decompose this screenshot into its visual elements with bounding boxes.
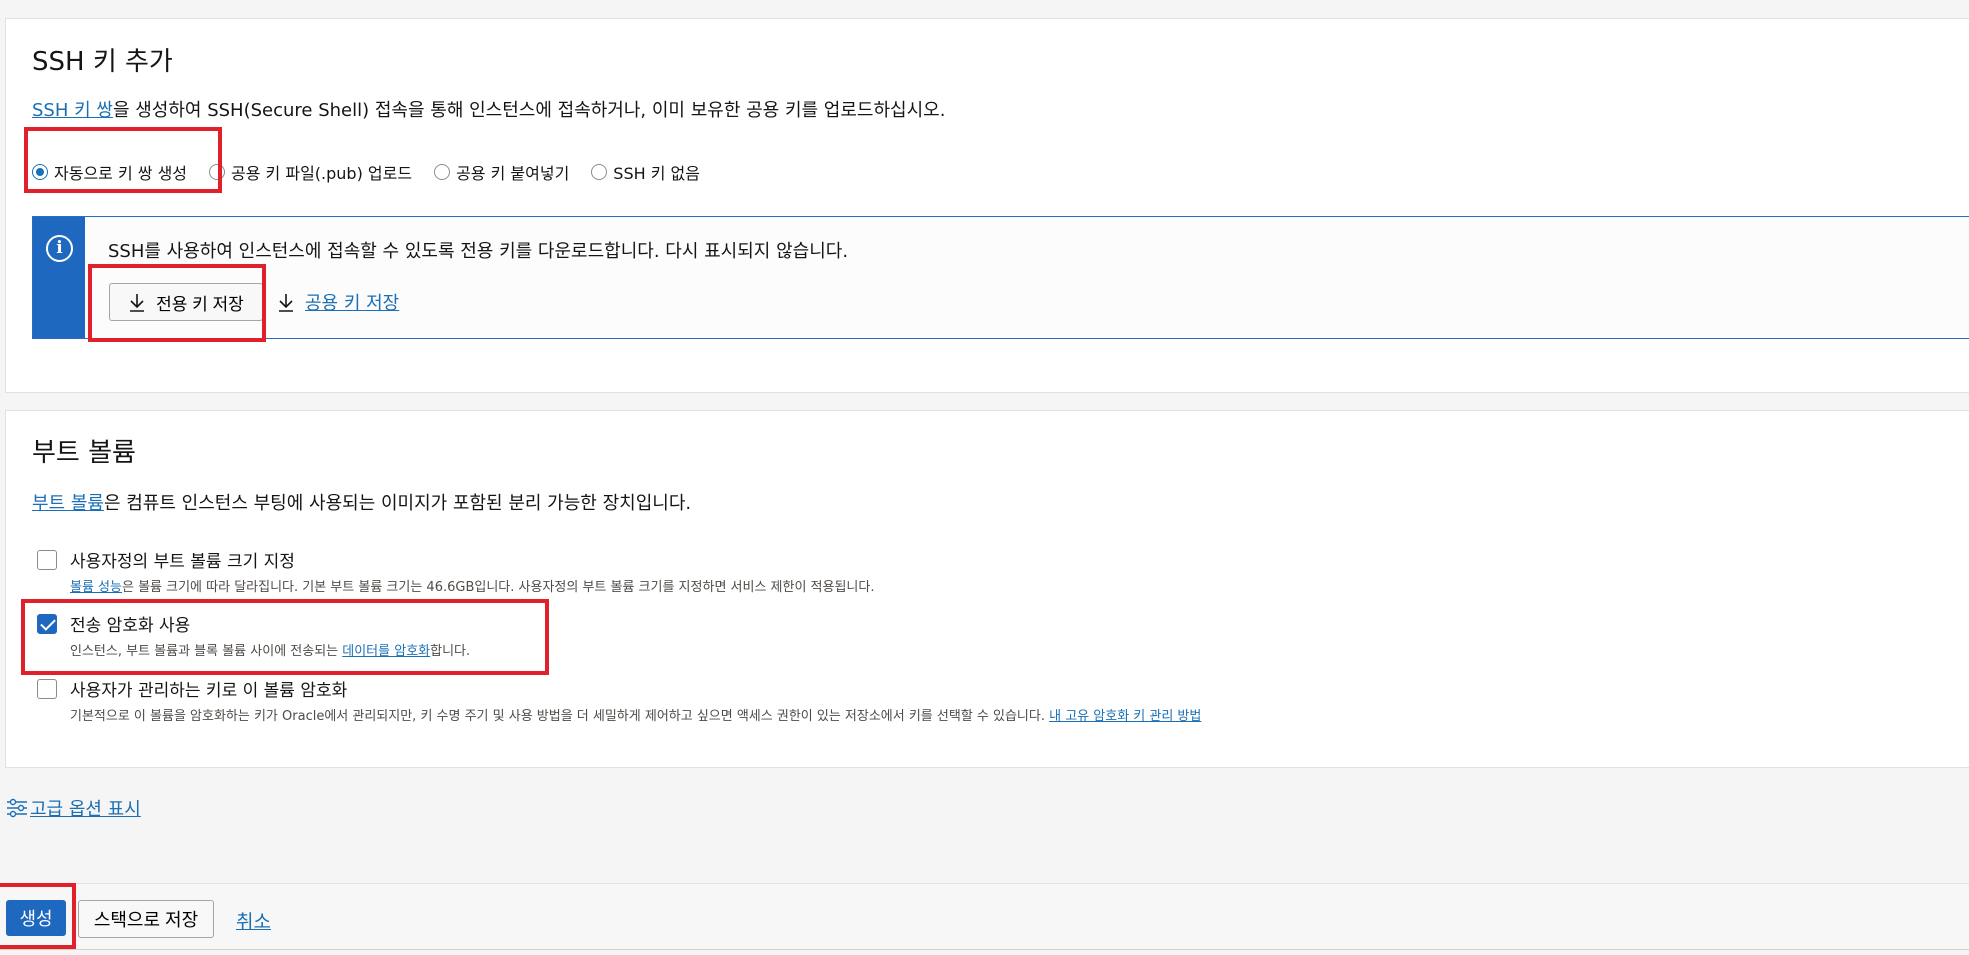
- download-icon: [130, 294, 145, 312]
- radio-paste-public-key[interactable]: 공용 키 붙여넣기: [434, 160, 569, 184]
- footer-action-bar: 생성 스택으로 저장 취소: [0, 883, 1969, 950]
- download-icon: [279, 294, 293, 312]
- ssh-key-options: 자동으로 키 쌍 생성 공용 키 파일(.pub) 업로드 공용 키 붙여넣기 …: [32, 155, 722, 189]
- radio-no-ssh-key[interactable]: SSH 키 없음: [591, 160, 700, 184]
- ssh-info-box: i SSH를 사용하여 인스턴스에 접속할 수 있도록 전용 키를 다운로드합니…: [32, 216, 1969, 339]
- radio-no-ssh-key-label: SSH 키 없음: [613, 164, 700, 183]
- customer-managed-key-checkbox[interactable]: [37, 679, 57, 699]
- boot-volume-link[interactable]: 부트 볼륨: [32, 493, 104, 514]
- radio-circle[interactable]: [591, 164, 608, 180]
- boot-volume-section: 부트 볼륨 부트 볼륨은 컴퓨트 인스턴스 부팅에 사용되는 이미지가 포함된 …: [5, 410, 1969, 768]
- save-private-key-label: 전용 키 저장: [156, 294, 244, 314]
- save-as-stack-button[interactable]: 스택으로 저장: [78, 900, 214, 938]
- radio-paste-public-key-label: 공용 키 붙여넣기: [456, 164, 570, 183]
- encrypt-data-link[interactable]: 데이터를 암호화: [342, 644, 430, 659]
- ssh-key-section: SSH 키 추가 SSH 키 쌍을 생성하여 SSH(Secure Shell)…: [5, 18, 1969, 393]
- cancel-link[interactable]: 취소: [236, 907, 271, 934]
- create-button[interactable]: 생성: [6, 900, 66, 936]
- radio-generate-key-pair-label: 자동으로 키 쌍 생성: [54, 164, 188, 183]
- custom-boot-size-help-text: 은 볼륨 크기에 따라 달라집니다. 기본 부트 볼륨 크기는 46.6GB입니…: [121, 580, 875, 595]
- custom-boot-size-checkbox[interactable]: [37, 550, 57, 570]
- save-private-key-button[interactable]: 전용 키 저장: [109, 283, 263, 321]
- radio-circle[interactable]: [209, 164, 226, 180]
- ssh-key-pair-link[interactable]: SSH 키 쌍: [32, 100, 113, 121]
- custom-boot-size-help: 볼륨 성능은 볼륨 크기에 따라 달라집니다. 기본 부트 볼륨 크기는 46.…: [70, 576, 875, 595]
- radio-upload-public-key-label: 공용 키 파일(.pub) 업로드: [231, 164, 413, 183]
- in-transit-encryption-checkbox[interactable]: [37, 614, 57, 634]
- save-public-key-label: 공용 키 저장: [305, 293, 400, 314]
- radio-upload-public-key[interactable]: 공용 키 파일(.pub) 업로드: [209, 160, 412, 184]
- ssh-description: SSH 키 쌍을 생성하여 SSH(Secure Shell) 접속을 통해 인…: [32, 96, 945, 122]
- boot-description-text: 은 컴퓨트 인스턴스 부팅에 사용되는 이미지가 포함된 분리 가능한 장치입니…: [103, 493, 692, 514]
- info-text: SSH를 사용하여 인스턴스에 접속할 수 있도록 전용 키를 다운로드합니다.…: [108, 241, 849, 262]
- radio-circle-selected[interactable]: [32, 164, 48, 180]
- save-public-key-link[interactable]: 공용 키 저장: [277, 289, 399, 315]
- customer-key-help-text: 기본적으로 이 볼륨을 암호화하는 키가 Oracle에서 관리되지만, 키 수…: [70, 709, 1045, 724]
- volume-performance-link[interactable]: 볼륨 성능: [70, 580, 122, 595]
- manage-encryption-keys-link[interactable]: 내 고유 암호화 키 관리 방법: [1049, 709, 1201, 724]
- customer-managed-key-help: 기본적으로 이 볼륨을 암호화하는 키가 Oracle에서 관리되지만, 키 수…: [70, 705, 1201, 724]
- radio-circle[interactable]: [434, 164, 451, 180]
- custom-boot-size-label: 사용자정의 부트 볼륨 크기 지정: [70, 552, 295, 572]
- customer-managed-key-label: 사용자가 관리하는 키로 이 볼륨 암호화: [70, 681, 348, 701]
- in-transit-encryption-help: 인스턴스, 부트 볼륨과 블록 볼륨 사이에 전송되는 데이터를 암호화합니다.: [70, 640, 470, 659]
- in-transit-help-suffix: 합니다.: [430, 644, 471, 659]
- boot-section-title: 부트 볼륨: [32, 438, 136, 468]
- radio-generate-key-pair[interactable]: 자동으로 키 쌍 생성: [32, 160, 187, 184]
- in-transit-help-prefix: 인스턴스, 부트 볼륨과 블록 볼륨 사이에 전송되는: [70, 644, 343, 659]
- ssh-description-text: 을 생성하여 SSH(Secure Shell) 접속을 통해 인스턴스에 접속…: [112, 100, 946, 121]
- boot-description: 부트 볼륨은 컴퓨트 인스턴스 부팅에 사용되는 이미지가 포함된 분리 가능한…: [32, 489, 691, 515]
- ssh-section-title: SSH 키 추가: [32, 47, 173, 77]
- info-icon: i: [46, 235, 73, 262]
- info-bar: i: [33, 217, 85, 338]
- in-transit-encryption-label: 전송 암호화 사용: [70, 616, 191, 636]
- show-advanced-options-link[interactable]: 고급 옵션 표시: [6, 795, 141, 821]
- sliders-icon: [7, 798, 27, 818]
- show-advanced-options-label: 고급 옵션 표시: [30, 799, 141, 820]
